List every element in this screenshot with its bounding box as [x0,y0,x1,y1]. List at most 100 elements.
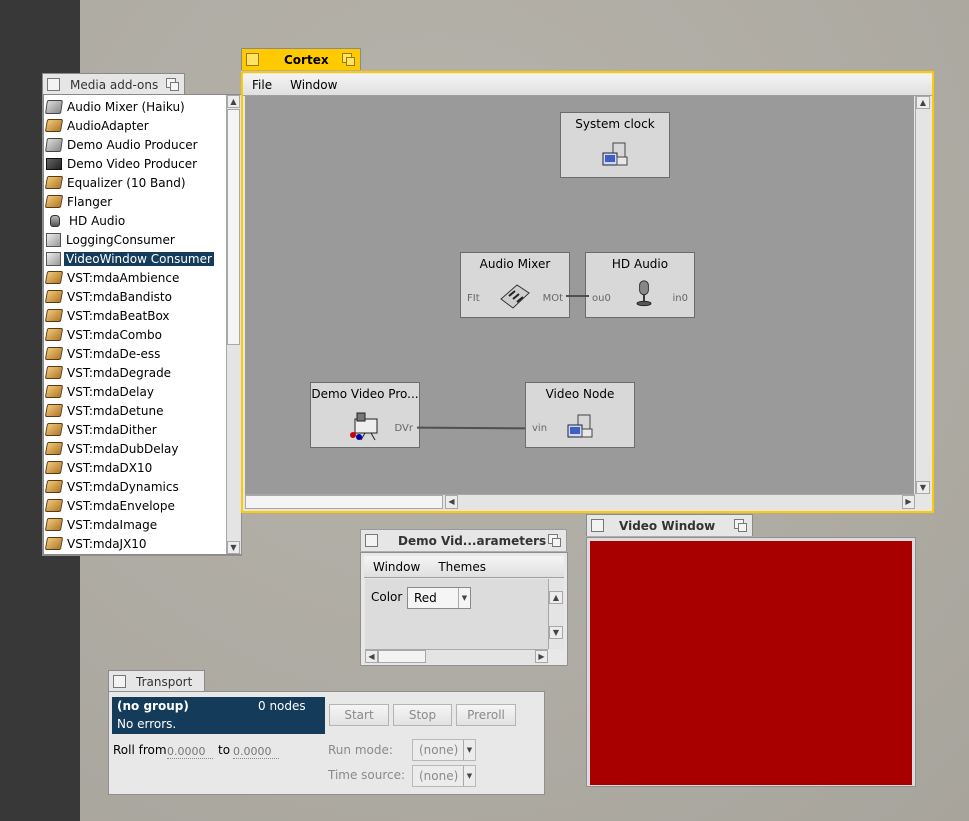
scroll-left-arrow[interactable]: ◀ [445,495,458,509]
list-item[interactable]: LoggingConsumer [46,230,175,249]
microphone-icon [636,280,652,307]
node-system-clock[interactable]: System clock [560,112,670,178]
microphone-icon [50,214,60,227]
list-item-label: HD Audio [69,213,126,228]
close-icon[interactable] [47,78,60,91]
list-item[interactable]: VST:mdaDegrade [44,363,171,382]
list-item[interactable]: VST:mdaDubDelay [44,439,178,458]
time-source-select[interactable]: (none) ▼ [412,765,476,787]
roll-from-label: Roll from [113,743,167,757]
list-item[interactable]: VST:mdaDetune [44,401,163,420]
zoom-icon[interactable] [342,53,355,66]
list-item-label: VST:mdaBandisto [67,289,172,304]
params-tab[interactable]: Demo Vid...arameters [360,529,567,551]
list-item-label: VST:mdaBeatBox [67,308,170,323]
video-display [590,541,912,785]
scroll-down-arrow[interactable]: ▼ [549,626,563,639]
list-item[interactable]: Demo Video Producer [46,154,197,173]
list-item[interactable]: VST:mdaImage [44,515,157,534]
scroll-right-arrow[interactable]: ▶ [902,495,915,509]
list-item[interactable]: VideoWindow Consumer [46,249,214,268]
node-video-node[interactable]: Video Node vin [525,382,635,448]
list-item[interactable]: VST:mdaJX10 [44,534,147,553]
stop-button[interactable]: Stop [393,704,452,726]
input-port-label[interactable]: vin [532,423,547,434]
effect-icon [44,499,64,512]
scroll-left-arrow[interactable]: ◀ [365,650,378,663]
scroll-down-arrow[interactable]: ▼ [227,541,240,554]
roll-to-field[interactable]: 0.0000 [233,745,279,759]
params-vscrollbar[interactable]: ▲ ▼ [548,579,564,649]
list-item[interactable]: VST:mdaDelay [44,382,154,401]
list-item[interactable]: VST:mdaCombo [44,325,162,344]
scroll-down-arrow[interactable]: ▼ [916,481,930,494]
cortex-hscrollbar[interactable]: ◀ ▶ [245,494,915,510]
list-item[interactable]: VST:mdaDX10 [44,458,153,477]
list-item[interactable]: HD Audio [46,211,125,230]
input-port-label[interactable]: ou0 [592,293,611,304]
preroll-button[interactable]: Preroll [456,704,516,726]
menu-window[interactable]: Window [281,78,346,92]
list-item-label: VST:mdaDelay [67,384,154,399]
effect-icon [44,461,64,474]
scroll-thumb[interactable] [227,109,240,345]
run-mode-value: (none) [419,743,459,757]
menu-window[interactable]: Window [364,560,429,574]
list-item[interactable]: VST:mdaDynamics [44,477,179,496]
media-addons-tab[interactable]: Media add-ons [42,73,185,95]
scroll-up-arrow[interactable]: ▲ [916,96,930,109]
list-item[interactable]: VST:mdaBeatBox [44,306,170,325]
list-item[interactable]: VST:mdaDither [44,420,157,439]
zoom-icon[interactable] [548,534,561,547]
zoom-icon[interactable] [734,519,747,532]
close-icon[interactable] [365,534,378,547]
effect-icon [44,442,64,455]
menu-file[interactable]: File [243,78,281,92]
node-audio-mixer[interactable]: Audio Mixer FIt MOt [460,252,570,318]
roll-from-field[interactable]: 0.0000 [167,745,213,759]
audio-connection[interactable] [566,295,589,297]
close-icon[interactable] [113,675,126,688]
list-item[interactable]: Flanger [44,192,112,211]
list-item[interactable]: VST:mdaAmbience [44,268,179,287]
video-window-tab[interactable]: Video Window [586,514,753,536]
input-port-label[interactable]: FIt [467,293,480,304]
node-title: System clock [575,117,655,131]
list-item[interactable]: VST:mdaEnvelope [44,496,175,515]
chevron-down-icon: ▼ [463,740,475,760]
list-item[interactable]: Audio Mixer (Haiku) [45,97,185,116]
output-port-label[interactable]: in0 [673,293,688,304]
list-item[interactable]: Equalizer (10 Band) [44,173,186,192]
scroll-up-arrow[interactable]: ▲ [227,95,240,108]
output-port-label[interactable]: MOt [543,293,563,304]
list-item[interactable]: Demo Audio Producer [45,135,198,154]
chevron-down-icon: ▼ [458,588,470,608]
transport-tab[interactable]: Transport [108,670,205,692]
list-item[interactable]: VST:mdaBandisto [44,287,172,306]
scroll-thumb[interactable] [378,650,426,663]
scroll-thumb[interactable] [245,495,443,509]
list-item-label: VST:mdaDX10 [67,460,153,475]
time-source-value: (none) [419,769,459,783]
list-item[interactable]: VST:mdaDe-ess [44,344,160,363]
cortex-vscrollbar[interactable]: ▲ ▼ [915,96,931,494]
params-hscrollbar[interactable]: ◀ ▶ [365,649,548,664]
close-icon[interactable] [591,519,604,532]
color-select[interactable]: Red ▼ [407,587,471,609]
start-button[interactable]: Start [329,704,389,726]
zoom-icon[interactable] [166,78,179,91]
cortex-tab[interactable]: Cortex [241,48,361,70]
node-demo-video-producer[interactable]: Demo Video Pro... DVr [310,382,420,448]
menu-themes[interactable]: Themes [429,560,495,574]
addon-list-scrollbar[interactable]: ▲ ▼ [226,95,241,554]
node-hd-audio[interactable]: HD Audio ou0 in0 [585,252,695,318]
list-item[interactable]: AudioAdapter [44,116,149,135]
node-title: Audio Mixer [479,257,551,271]
run-mode-select[interactable]: (none) ▼ [412,739,476,761]
output-port-label[interactable]: DVr [395,423,413,434]
scroll-right-arrow[interactable]: ▶ [535,650,548,663]
close-icon[interactable] [246,53,259,66]
effect-icon [44,328,64,341]
scroll-up-arrow[interactable]: ▲ [549,591,563,604]
list-item-label: Demo Video Producer [67,156,198,171]
